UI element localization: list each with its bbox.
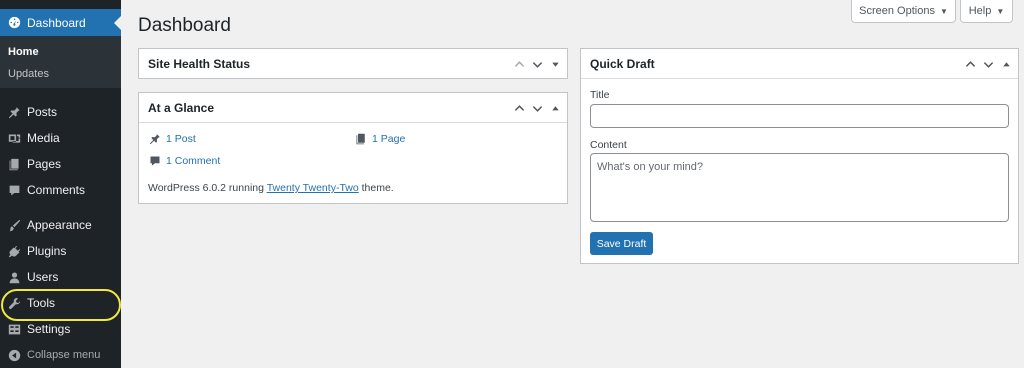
sidebar-item-label: Comments (27, 183, 86, 197)
sidebar-item-plugins[interactable]: Plugins (0, 238, 121, 264)
sidebar-item-posts[interactable]: Posts (0, 99, 121, 125)
settings-icon (7, 322, 21, 336)
content-label: Content (590, 139, 627, 151)
sidebar-item-label: Pages (27, 157, 62, 171)
sidebar-item-pages[interactable]: Pages (0, 151, 121, 177)
version-prefix: WordPress 6.0.2 running (148, 182, 264, 194)
wordpress-version-text: WordPress 6.0.2 running Twenty Twenty-Tw… (148, 182, 394, 194)
sidebar-item-label: Appearance (27, 218, 92, 232)
title-label: Title (590, 89, 610, 101)
sidebar-item-label: Users (27, 270, 59, 284)
toggle-panel-icon[interactable] (549, 102, 561, 114)
glance-comments-label: 1 Comment (166, 155, 221, 167)
collapse-menu-label: Collapse menu (27, 349, 101, 361)
sidebar-item-users[interactable]: Users (0, 264, 121, 290)
dashboard-icon (7, 16, 21, 30)
toggle-panel-icon[interactable] (1000, 58, 1012, 70)
version-suffix: theme. (361, 182, 394, 194)
comment-icon (7, 183, 21, 197)
widget-title: At a Glance (148, 100, 215, 115)
sidebar-item-label: Settings (27, 322, 71, 336)
move-up-icon[interactable] (513, 58, 525, 70)
help-label: Help (968, 5, 992, 17)
draft-content-textarea[interactable]: What's on your mind? (590, 153, 1009, 222)
comment-icon (150, 156, 160, 166)
sidebar-item-label: Dashboard (27, 15, 86, 30)
draft-title-input[interactable] (590, 104, 1009, 128)
dashboard-submenu: Home Updates (0, 36, 121, 88)
sidebar-item-label: Media (27, 131, 60, 145)
quick-draft-widget: Quick Draft Title Content What's on your… (580, 48, 1019, 264)
widget-title: Site Health Status (148, 57, 251, 71)
caret-down-icon: ▼ (996, 6, 1005, 16)
glance-pages-link[interactable]: 1 Page (355, 133, 405, 145)
page-title: Dashboard (138, 15, 231, 36)
sidebar-item-comments[interactable]: Comments (0, 177, 121, 203)
move-up-icon[interactable] (964, 58, 976, 70)
move-down-icon[interactable] (531, 102, 543, 114)
widget-actions (513, 93, 561, 123)
glance-posts-link[interactable]: 1 Post (149, 133, 196, 145)
pages-icon (356, 133, 365, 145)
theme-link[interactable]: Twenty Twenty-Two (267, 182, 359, 194)
pushpin-icon (149, 134, 160, 145)
sidebar-item-label: Posts (27, 105, 58, 119)
move-up-icon[interactable] (513, 102, 525, 114)
glance-posts-label: 1 Post (166, 133, 196, 145)
save-draft-button[interactable]: Save Draft (590, 232, 653, 255)
widget-header: Site Health Status (139, 49, 567, 79)
glance-pages-label: 1 Page (372, 133, 406, 145)
widget-title: Quick Draft (590, 56, 655, 71)
submenu-item-home[interactable]: Home (8, 46, 39, 58)
widget-header: Quick Draft (581, 49, 1018, 79)
tools-highlight-annotation (1, 289, 121, 321)
toggle-panel-icon[interactable] (549, 58, 561, 70)
move-down-icon[interactable] (531, 58, 543, 70)
widget-actions (964, 49, 1012, 79)
widget-header: At a Glance (139, 93, 567, 123)
sidebar-item-label: Plugins (27, 244, 67, 258)
sidebar-item-appearance[interactable]: Appearance (0, 212, 121, 238)
glance-comments-link[interactable]: 1 Comment (149, 155, 220, 167)
collapse-icon (7, 348, 21, 362)
site-health-widget: Site Health Status (138, 48, 568, 79)
move-down-icon[interactable] (982, 58, 994, 70)
plugin-icon (7, 244, 21, 258)
collapse-menu-button[interactable]: Collapse menu (0, 342, 121, 368)
widget-actions (513, 49, 561, 79)
caret-down-icon: ▼ (939, 6, 948, 16)
screen-options-button[interactable]: Screen Options ▼ (851, 0, 956, 23)
help-button[interactable]: Help ▼ (960, 0, 1013, 23)
sidebar-item-dashboard[interactable]: Dashboard (0, 9, 121, 36)
submenu-item-updates[interactable]: Updates (8, 68, 49, 80)
sidebar-item-media[interactable]: Media (0, 125, 121, 151)
user-icon (7, 270, 21, 284)
pushpin-icon (7, 105, 21, 119)
screen-options-label: Screen Options (859, 5, 935, 17)
paintbrush-icon (7, 218, 21, 232)
at-a-glance-widget: At a Glance 1 Post 1 Page 1 Comment Word… (138, 92, 568, 204)
media-icon (7, 131, 21, 145)
pages-icon (7, 157, 21, 171)
